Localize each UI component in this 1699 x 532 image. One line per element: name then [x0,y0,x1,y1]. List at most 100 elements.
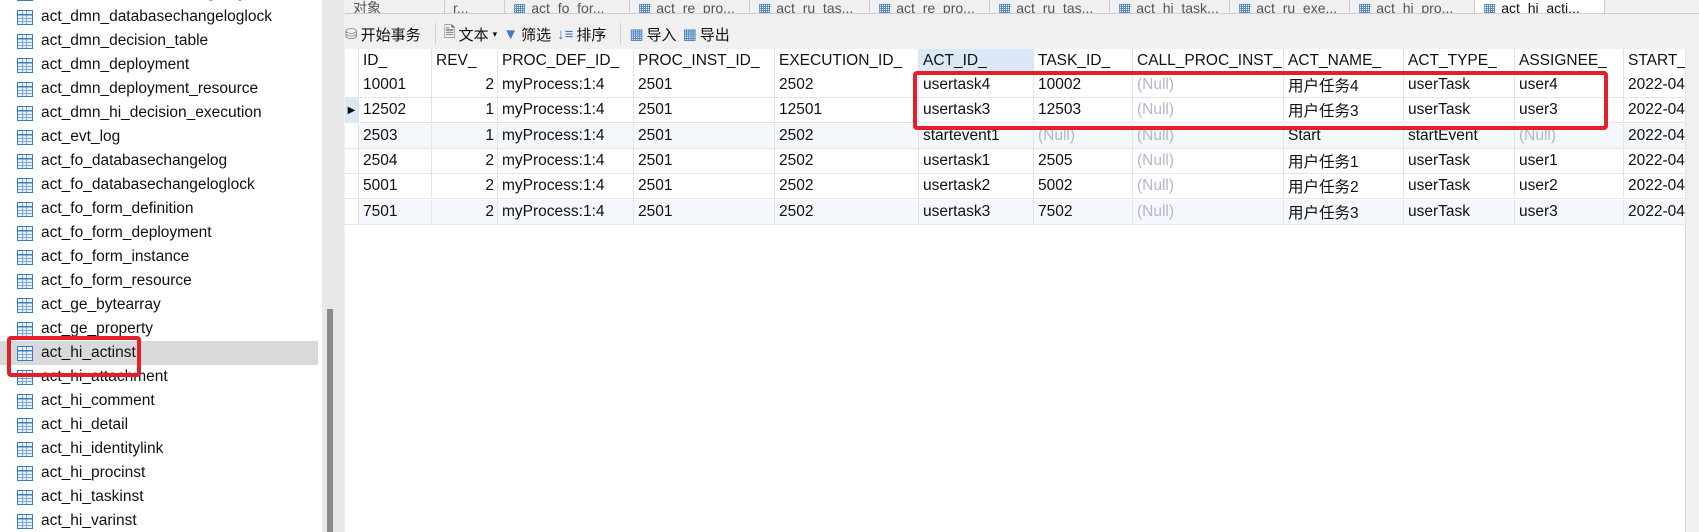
column-header[interactable]: ASSIGNEE_ [1515,49,1624,73]
table-cell[interactable]: 2 [432,199,498,224]
row-header[interactable] [345,73,359,97]
table-cell[interactable]: myProcess:1:4 [498,174,634,199]
table-cell[interactable]: 5002 [1034,174,1133,199]
sidebar-table-item[interactable]: act_ge_bytearray [0,293,318,317]
table-cell[interactable]: 2503 [359,123,432,148]
column-header[interactable]: REV_ [432,49,498,73]
table-row[interactable]: 10001 2 myProcess:1:4 2501 2502 usertask4 1000… [345,73,1686,98]
tab[interactable]: r... [445,0,505,13]
table-cell[interactable]: 12502 [359,98,432,123]
tab[interactable]: ▦ act_re_pro... [630,0,750,13]
tab[interactable]: ▦ act_hi_task... [1110,0,1230,13]
tab[interactable]: ▦ act_re_pro... [870,0,990,13]
table-cell[interactable]: 2022-04- [1624,123,1686,148]
column-header[interactable]: ID_ [359,49,432,73]
table-cell[interactable]: 2022-04- [1624,199,1686,224]
sidebar-table-item[interactable]: act_hi_actinst [0,341,318,365]
tab[interactable]: ▦ act_fo_for... [505,0,630,13]
import-button[interactable]: ▦ 导入 [629,24,676,45]
table-cell[interactable]: 12503 [1034,98,1133,123]
sidebar-table-item[interactable]: act_hi_comment [0,389,318,413]
sort-button[interactable]: ↓≡ 排序 [557,24,606,45]
sidebar-table-item[interactable]: act_fo_form_definition [0,197,318,221]
table-row[interactable]: 2504 2 myProcess:1:4 2501 2502 usertask1 2505(… [345,148,1686,174]
table-row[interactable]: ▶ 12502 1 myProcess:1:4 2501 12501 usertask3 12… [345,98,1686,124]
table-cell[interactable]: myProcess:1:4 [498,199,634,224]
table-cell[interactable]: 用户任务2 [1284,174,1404,199]
table-cell[interactable]: 2501 [634,199,775,224]
column-header[interactable]: ACT_NAME_ [1284,49,1404,73]
table-cell[interactable]: (Null) [1133,98,1284,123]
table-cell[interactable]: myProcess:1:4 [498,73,634,97]
table-cell[interactable]: user3 [1515,199,1624,224]
sidebar-table-item[interactable]: act_hi_attachment [0,365,318,389]
sidebar-table-item[interactable]: act_dmn_deployment_resource [0,77,318,101]
column-header[interactable]: CALL_PROC_INST_ID_ [1133,49,1284,73]
table-cell[interactable]: userTask [1404,73,1515,97]
table-cell[interactable]: 用户任务3 [1284,98,1404,123]
sidebar-table-item[interactable]: act_hi_detail [0,413,318,437]
table-cell[interactable]: userTask [1404,148,1515,173]
table-cell[interactable]: user4 [1515,73,1624,97]
table-cell[interactable]: usertask3 [919,199,1034,224]
row-header[interactable] [345,174,359,199]
sidebar-table-item[interactable]: act_fo_databasechangeloglock [0,173,318,197]
table-cell[interactable]: 10002 [1034,73,1133,97]
table-cell[interactable]: 2501 [634,123,775,148]
table-cell[interactable]: userTask [1404,199,1515,224]
sidebar-table-item[interactable]: act_dmn_deployment [0,53,318,77]
sidebar-table-item[interactable]: act_fo_form_instance [0,245,318,269]
table-cell[interactable]: userTask [1404,174,1515,199]
table-cell[interactable]: userTask [1404,98,1515,123]
sidebar-table-item[interactable]: act_dmn_hi_decision_execution [0,101,318,125]
table-cell[interactable]: 2022-04- [1624,148,1686,173]
table-cell[interactable]: 2504 [359,148,432,173]
row-header[interactable] [345,199,359,224]
sidebar-scrollbar-thumb[interactable] [327,309,333,532]
tab[interactable]: ▦ act_ru_exe... [1230,0,1350,13]
table-cell[interactable]: usertask2 [919,174,1034,199]
sidebar-table-item[interactable]: act_dmn_decision_table [0,29,318,53]
text-view-button[interactable]: 🗎 文本 ▾ [444,22,498,47]
sidebar-table-item[interactable]: act_fo_form_deployment [0,221,318,245]
sidebar-table-item[interactable]: act_fo_form_resource [0,269,318,293]
table-cell[interactable]: 12501 [775,98,919,123]
table-cell[interactable]: usertask1 [919,148,1034,173]
table-cell[interactable]: 2 [432,73,498,97]
table-row[interactable]: 7501 2 myProcess:1:4 2501 2502 usertask3 7502(… [345,199,1686,225]
sidebar-table-item[interactable]: act_hi_procinst [0,461,318,485]
table-cell[interactable]: 2502 [775,199,919,224]
sidebar-table-item[interactable]: act_evt_log [0,125,318,149]
begin-transaction-button[interactable]: ⛁ 开始事务 [345,24,421,45]
tab[interactable]: 对象 [345,0,445,13]
row-header[interactable] [345,123,359,148]
current-row-indicator-icon[interactable]: ▶ [345,98,359,123]
table-cell[interactable]: (Null) [1133,123,1284,148]
column-header[interactable]: TASK_ID_ [1034,49,1133,73]
table-cell[interactable]: (Null) [1133,148,1284,173]
table-row[interactable]: 5001 2 myProcess:1:4 2501 2502 usertask2 5002(… [345,174,1686,200]
table-row[interactable]: 2503 1 myProcess:1:4 2501 2502 startevent1 (Nu… [345,123,1686,149]
table-cell[interactable]: 用户任务1 [1284,148,1404,173]
sidebar-table-item[interactable]: act_dmn_databasechangeloglock [0,5,318,29]
table-cell[interactable]: 2022-04- [1624,174,1686,199]
table-cell[interactable]: usertask4 [919,73,1034,97]
table-cell[interactable]: 7502 [1034,199,1133,224]
table-cell[interactable]: 7501 [359,199,432,224]
sidebar-table-item[interactable]: act_hi_varinst [0,509,318,532]
table-cell[interactable]: 2502 [775,174,919,199]
column-header[interactable]: ACT_ID_ [919,49,1034,73]
table-cell[interactable]: startEvent [1404,123,1515,148]
table-cell[interactable]: 2 [432,148,498,173]
table-cell[interactable]: (Null) [1133,73,1284,97]
table-cell[interactable]: 用户任务4 [1284,73,1404,97]
table-cell[interactable]: usertask3 [919,98,1034,123]
column-header[interactable]: ACT_TYPE_ [1404,49,1515,73]
table-cell[interactable]: myProcess:1:4 [498,98,634,123]
table-cell[interactable]: 2502 [775,73,919,97]
table-cell[interactable]: 用户任务3 [1284,199,1404,224]
table-cell[interactable]: startevent1 [919,123,1034,148]
table-cell[interactable]: 2501 [634,98,775,123]
table-cell[interactable]: 2022-04- [1624,73,1686,97]
table-cell[interactable]: 2501 [634,148,775,173]
